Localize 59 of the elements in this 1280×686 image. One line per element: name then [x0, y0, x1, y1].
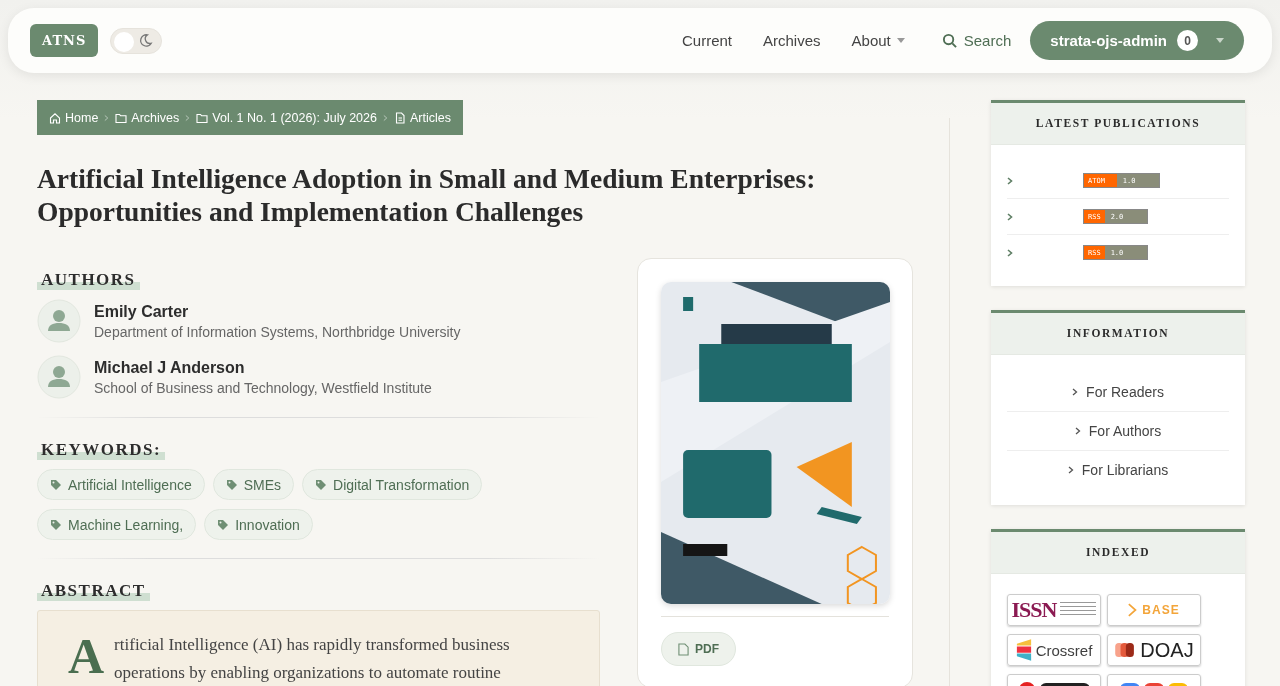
chevron-icon: [1007, 176, 1013, 185]
nav-link[interactable]: Current: [682, 32, 733, 49]
document-icon: [678, 642, 689, 656]
drop-cap: A: [68, 631, 105, 686]
search-icon: [941, 33, 957, 48]
chevron-icon: [1007, 212, 1013, 221]
nav-link[interactable]: About: [851, 32, 905, 49]
sidebar-link[interactable]: For Authors: [1007, 412, 1229, 451]
avatar-icon: [37, 355, 81, 399]
tag-icon: [315, 478, 328, 491]
tag-icon: [225, 478, 238, 491]
sidebar-link[interactable]: For Readers: [1007, 373, 1229, 412]
breadcrumb-link[interactable]: Home: [49, 110, 99, 125]
tag-icon: [50, 518, 62, 531]
chevron-icon: [1072, 388, 1079, 396]
moon-icon: [138, 33, 154, 48]
index-logo[interactable]: Crossref: [1007, 634, 1101, 666]
author-affiliation: School of Business and Technology, Westfield Institute: [94, 379, 432, 396]
user-menu-button[interactable]: strata-ojs-admin 0: [1030, 21, 1244, 60]
tag-icon: [50, 478, 62, 491]
author-affiliation: Department of Information Systems, Northbridge University: [94, 323, 461, 340]
document-icon: [393, 111, 406, 124]
abstract-text: rtificial Intelligence (AI) has rapidly transformed business operations by enabling organizations to automate routine: [114, 634, 511, 684]
keyword-tag[interactable]: Innovation: [204, 509, 313, 540]
caret-icon: [1216, 38, 1224, 43]
home-icon: [49, 111, 61, 124]
folder-icon: [115, 111, 128, 124]
breadcrumb-link[interactable]: Articles: [393, 110, 451, 125]
chevron-icon: [1007, 248, 1013, 257]
author-name: Michael J Anderson: [94, 358, 246, 377]
author-name: Emily Carter: [94, 302, 190, 321]
site-logo[interactable]: ATNS: [30, 24, 99, 57]
keyword-tag[interactable]: SMEs: [212, 469, 295, 500]
nav-link[interactable]: Archives: [763, 32, 821, 49]
index-logo[interactable]: ISSN: [1007, 594, 1101, 626]
keyword-tag[interactable]: Artificial Intelligence: [37, 469, 205, 500]
card-heading: LATEST PUBLICATIONS: [991, 103, 1245, 145]
notification-count: 0: [1177, 30, 1198, 51]
tag-icon: [217, 518, 230, 531]
index-logo[interactable]: DOAJ: [1107, 634, 1201, 666]
card-heading: INFORMATION: [991, 313, 1245, 355]
chevron-icon: [1067, 466, 1074, 474]
chevron-icon: [104, 113, 110, 122]
search-link[interactable]: Search: [941, 32, 1012, 49]
keyword-tag[interactable]: Machine Learning,: [37, 509, 197, 540]
article-title: Artificial Intelligence Adoption in Small and Medium Enterprises: Opportunities and Implementation Challenges: [37, 162, 817, 228]
breadcrumb-link[interactable]: Vol. 1 No. 1 (2026): July 2026: [196, 110, 377, 125]
breadcrumb-link[interactable]: Archives: [115, 110, 180, 125]
keyword-tag[interactable]: Digital Transformation: [302, 469, 483, 500]
card-heading: INDEXED: [991, 532, 1245, 574]
dark-mode-toggle[interactable]: [110, 27, 163, 54]
avatar-icon: [37, 299, 81, 343]
chevron-icon: [185, 113, 191, 122]
caret-icon: [896, 38, 905, 43]
chevron-icon: [382, 113, 388, 122]
pdf-button[interactable]: PDF: [661, 632, 736, 666]
folder-icon: [196, 111, 209, 124]
chevron-icon: [1074, 427, 1081, 435]
sidebar-link[interactable]: For Librarians: [1007, 451, 1229, 489]
